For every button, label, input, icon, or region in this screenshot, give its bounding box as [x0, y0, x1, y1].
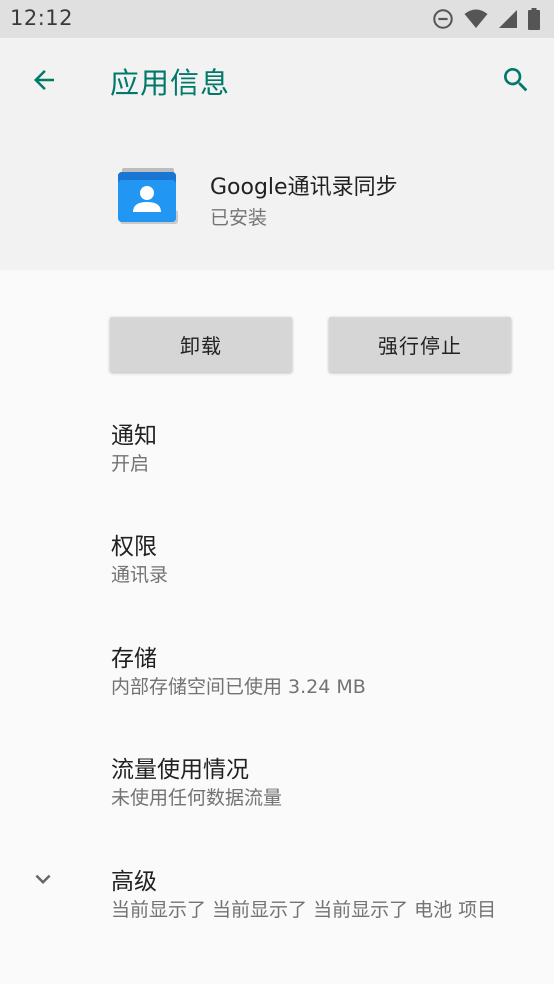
app-bar: 应用信息	[0, 38, 554, 122]
wifi-icon	[464, 9, 488, 28]
pref-summary: 开启	[111, 453, 150, 475]
pref-title: 存储	[111, 646, 157, 672]
uninstall-button[interactable]: 卸载	[110, 317, 292, 372]
pref-data-usage[interactable]: 流量使用情况 未使用任何数据流量	[0, 750, 554, 850]
arrow-back-icon	[34, 70, 54, 90]
pref-title: 高级	[111, 869, 157, 895]
status-time: 12:12	[10, 6, 74, 30]
page-title: 应用信息	[110, 66, 231, 100]
app-header: Google通讯录同步 已安装	[0, 122, 554, 270]
back-button[interactable]	[18, 56, 70, 104]
contacts-app-icon	[118, 168, 178, 224]
pref-summary: 未使用任何数据流量	[111, 787, 283, 809]
search-icon	[504, 68, 528, 92]
pref-title: 流量使用情况	[111, 757, 249, 783]
do-not-disturb-icon	[433, 9, 453, 29]
app-name: Google通讯录同步	[210, 175, 398, 200]
force-stop-button[interactable]: 强行停止	[329, 317, 511, 372]
pref-summary: 当前显示了 当前显示了 当前显示了 电池 项目	[111, 899, 497, 921]
search-button[interactable]	[492, 56, 540, 104]
pref-title: 通知	[111, 423, 157, 449]
pref-notifications[interactable]: 通知 开启	[0, 416, 554, 516]
pref-advanced[interactable]: 高级 当前显示了 当前显示了 当前显示了 电池 项目	[0, 862, 554, 962]
status-bar: 12:12	[0, 0, 554, 38]
pref-permissions[interactable]: 权限 通讯录	[0, 527, 554, 627]
pref-title: 权限	[111, 534, 157, 560]
battery-icon	[528, 8, 540, 30]
chevron-down-icon	[35, 874, 51, 884]
app-install-status: 已安装	[210, 207, 268, 229]
cellular-signal-icon	[499, 10, 517, 28]
pref-storage[interactable]: 存储 内部存储空间已使用 3.24 MB	[0, 639, 554, 739]
status-icons	[432, 8, 540, 30]
pref-summary: 内部存储空间已使用 3.24 MB	[111, 676, 366, 698]
pref-summary: 通讯录	[111, 564, 169, 586]
